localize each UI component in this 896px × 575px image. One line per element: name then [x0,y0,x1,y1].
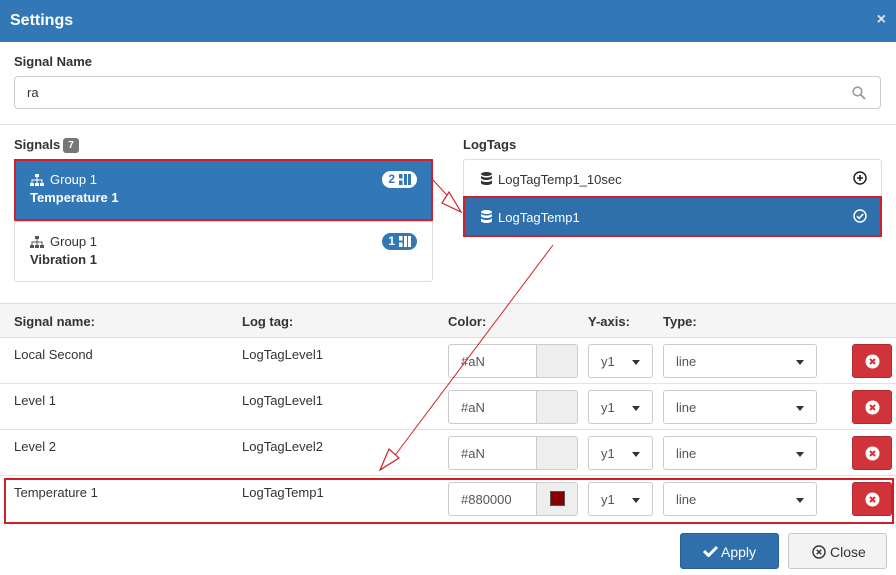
color-picker-button[interactable] [536,391,577,423]
color-picker-button[interactable] [536,345,577,377]
caret-down-icon [796,406,804,411]
signal-name-cell: Local Second [14,347,93,362]
close-label: Close [830,544,866,560]
times-circle-icon [865,400,880,415]
signals-count-badge: 7 [63,138,79,153]
signals-title: Signals [14,137,61,152]
table-header: Signal name: Log tag: Color: Y-axis: Typ… [0,303,896,338]
dialog-titlebar: Settings × [0,0,896,42]
signal-group-label: Group 1 [50,234,97,249]
logtag-count: 1 [388,234,395,248]
signal-name-input[interactable] [27,85,827,100]
signals-label: Signals 7 [14,137,79,153]
type-select[interactable]: line [663,344,817,378]
delete-row-button[interactable] [852,390,892,424]
caret-down-icon [632,452,640,457]
database-icon [481,172,492,185]
log-tag-cell: LogTagLevel1 [242,393,323,408]
y-axis-value: y1 [601,446,615,461]
caret-down-icon [632,406,640,411]
column-header-y-axis: Y-axis: [588,314,630,329]
column-header-type: Type: [663,314,697,329]
y-axis-select[interactable]: y1 [588,344,653,378]
y-axis-value: y1 [601,354,615,369]
caret-down-icon [796,452,804,457]
highlight-new-row [4,478,894,524]
column-header-log-tag: Log tag: [242,314,294,329]
column-header-color: Color: [448,314,487,329]
log-tag-cell: LogTagLevel2 [242,439,323,454]
column-header-signal-name: Signal name: [14,314,95,329]
color-picker-button[interactable] [536,437,577,469]
y-axis-value: y1 [601,400,615,415]
signal-name-field[interactable] [14,76,881,109]
signal-item-vibration-1[interactable]: Group 1 Vibration 1 1 [15,221,432,282]
color-value: #aN [461,446,485,461]
dialog-title: Settings [10,12,74,29]
times-circle-icon [865,446,880,461]
apply-label: Apply [721,544,757,560]
caret-down-icon [632,360,640,365]
plus-circle-icon[interactable] [853,171,867,185]
y-axis-select[interactable]: y1 [588,390,653,424]
type-value: line [676,446,697,461]
apply-button[interactable]: Apply [680,533,779,569]
type-select[interactable]: line [663,436,817,470]
signal-group: Group 1 [30,234,97,249]
type-select[interactable]: line [663,390,817,424]
delete-row-button[interactable] [852,436,892,470]
table-row: Level 2 LogTagLevel2 #aN y1 line [0,430,896,476]
color-value: #aN [461,354,485,369]
signal-name-cell: Level 2 [14,439,56,454]
search-icon [852,86,866,100]
highlight-logtag-selection [463,196,882,237]
close-icon[interactable]: × [877,11,886,29]
signal-name-cell: Level 1 [14,393,56,408]
signal-name: Vibration 1 [30,252,97,267]
color-value: #aN [461,400,485,415]
caret-down-icon [796,360,804,365]
check-icon [703,545,718,557]
close-button[interactable]: Close [788,533,887,569]
color-input[interactable]: #aN [448,344,578,378]
color-input[interactable]: #aN [448,390,578,424]
signal-name-label: Signal Name [14,54,93,69]
sitemap-icon [30,236,44,248]
color-input[interactable]: #aN [448,436,578,470]
highlight-signal-selection [14,159,433,221]
logtag-item-logtagtemp1-10sec[interactable]: LogTagTemp1_10sec [464,160,881,198]
table-row: Level 1 LogTagLevel1 #aN y1 line [0,384,896,430]
times-circle-icon [865,354,880,369]
logtags-label: LogTags [463,137,517,152]
section-divider [0,124,896,125]
logtag-count-badge: 1 [382,233,417,250]
log-tag-cell: LogTagLevel1 [242,347,323,362]
arrowhead-icon [441,190,463,214]
tags-icon [399,236,411,247]
times-circle-icon [812,545,826,559]
table-row: Local Second LogTagLevel1 #aN y1 line [0,338,896,384]
arrow-signal-to-logtag [432,179,457,206]
delete-row-button[interactable] [852,344,892,378]
type-value: line [676,400,697,415]
logtag-name: LogTagTemp1_10sec [498,172,622,187]
y-axis-select[interactable]: y1 [588,436,653,470]
type-value: line [676,354,697,369]
